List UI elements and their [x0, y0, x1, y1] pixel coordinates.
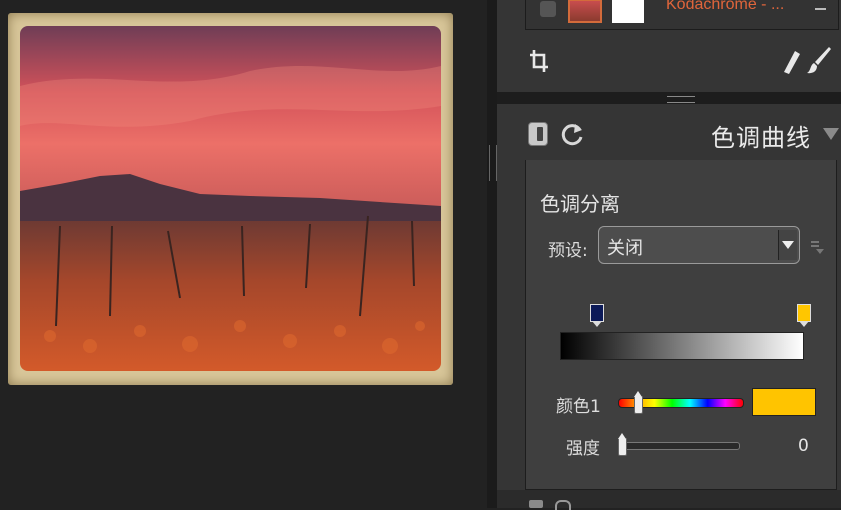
color1-label: 颜色1	[556, 397, 601, 417]
preset-menu-icon[interactable]	[811, 240, 825, 254]
highlight-color-stop[interactable]	[797, 304, 811, 327]
strength-slider-track[interactable]	[618, 442, 740, 450]
separator-grip-icon[interactable]	[667, 96, 695, 103]
crop-icon[interactable]	[528, 48, 550, 74]
layer-thumbnail[interactable]	[568, 0, 602, 23]
layer-visibility-toggle[interactable]	[540, 1, 556, 17]
preset-value: 关闭	[607, 238, 643, 259]
color1-swatch[interactable]	[752, 388, 816, 416]
next-filter-header	[497, 490, 841, 508]
section-title: 色调分离	[540, 192, 620, 216]
layer-row[interactable]: Kodachrome - ...	[525, 0, 839, 30]
divider-grip-icon[interactable]	[489, 145, 497, 181]
eraser-icon[interactable]	[779, 47, 801, 75]
split-toning-section: 色调分离 预设: 关闭 颜色1 强度 0	[525, 160, 837, 490]
layer-mask-thumbnail[interactable]	[612, 0, 644, 23]
shadow-color-stop[interactable]	[590, 304, 604, 327]
collapse-chevron-icon[interactable]	[823, 128, 839, 140]
layer-menu-icon[interactable]	[815, 0, 826, 10]
next-filter-toggle-icon[interactable]	[529, 500, 543, 508]
photo-frame	[8, 13, 453, 385]
adjustments-panel: Kodachrome - ... 色调曲线 色调分离 预设: 关闭 颜色1 强度…	[497, 0, 841, 510]
filter-visibility-toggle[interactable]	[528, 122, 548, 146]
layer-name[interactable]: Kodachrome - ...	[666, 0, 784, 14]
preset-dropdown[interactable]: 关闭	[598, 226, 800, 264]
vineyard-sunset-photo	[20, 26, 441, 371]
reset-icon[interactable]	[559, 120, 585, 148]
dropdown-arrow-icon[interactable]	[778, 230, 797, 260]
strength-label: 强度	[566, 439, 600, 459]
strength-value: 0	[798, 436, 809, 456]
hue-slider-knob[interactable]	[634, 391, 644, 414]
preset-label: 预设:	[548, 241, 588, 261]
panel-divider[interactable]	[487, 0, 497, 508]
brush-icon[interactable]	[807, 45, 833, 75]
filter-title: 色调曲线	[711, 124, 811, 152]
tone-gradient-bar[interactable]	[560, 332, 804, 360]
image-canvas[interactable]	[0, 0, 487, 508]
next-filter-reset-icon[interactable]	[555, 500, 571, 510]
tools-row	[525, 38, 837, 86]
strength-slider-knob[interactable]	[618, 433, 627, 456]
